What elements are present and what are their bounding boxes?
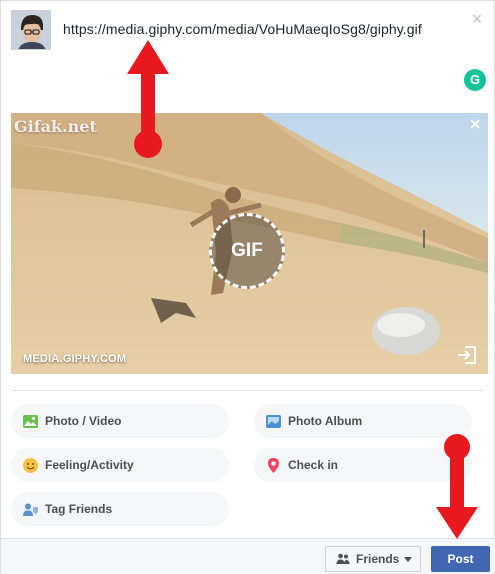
composer-footer: Friends Post [1,538,495,574]
gif-watermark: Gifak.net [14,117,97,136]
chevron-down-icon [404,557,412,562]
smiley-icon [23,458,38,473]
check-in-button[interactable]: Check in [254,448,472,482]
gif-play-badge[interactable]: GIF [209,213,285,289]
feeling-activity-button[interactable]: Feeling/Activity [11,448,229,482]
grammarly-icon[interactable]: G [464,69,486,91]
divider [11,390,484,391]
gif-source-label: MEDIA.GIPHY.COM [23,353,127,365]
tag-friends-icon [23,503,38,516]
location-pin-icon [268,458,279,473]
user-avatar-image [12,11,50,49]
photo-album-label: Photo Album [288,414,363,428]
remove-gif-icon[interactable]: ✕ [469,116,481,133]
photo-album-button[interactable]: Photo Album [254,404,472,438]
post-composer: × https://media.giphy.com/media/VoHuMaeq… [0,0,495,574]
open-external-icon[interactable] [456,344,478,366]
avatar[interactable] [11,10,51,50]
check-in-label: Check in [288,458,339,472]
tag-friends-label: Tag Friends [45,502,113,516]
gif-preview[interactable]: Gifak.net ✕ GIF MEDIA.GIPHY.COM [11,113,488,374]
photo-video-label: Photo / Video [45,414,122,428]
post-text-input[interactable]: https://media.giphy.com/media/VoHuMaeqIo… [63,21,422,37]
tag-friends-button[interactable]: Tag Friends [11,492,229,526]
friends-icon [336,553,350,564]
audience-selector[interactable]: Friends [325,546,421,572]
gif-badge-label: GIF [231,240,263,261]
post-button[interactable]: Post [431,546,490,572]
close-icon[interactable]: × [469,10,485,28]
photo-video-button[interactable]: Photo / Video [11,404,229,438]
photo-video-icon [23,415,38,428]
audience-label: Friends [356,552,400,566]
feeling-activity-label: Feeling/Activity [45,458,134,472]
photo-album-icon [266,415,281,428]
